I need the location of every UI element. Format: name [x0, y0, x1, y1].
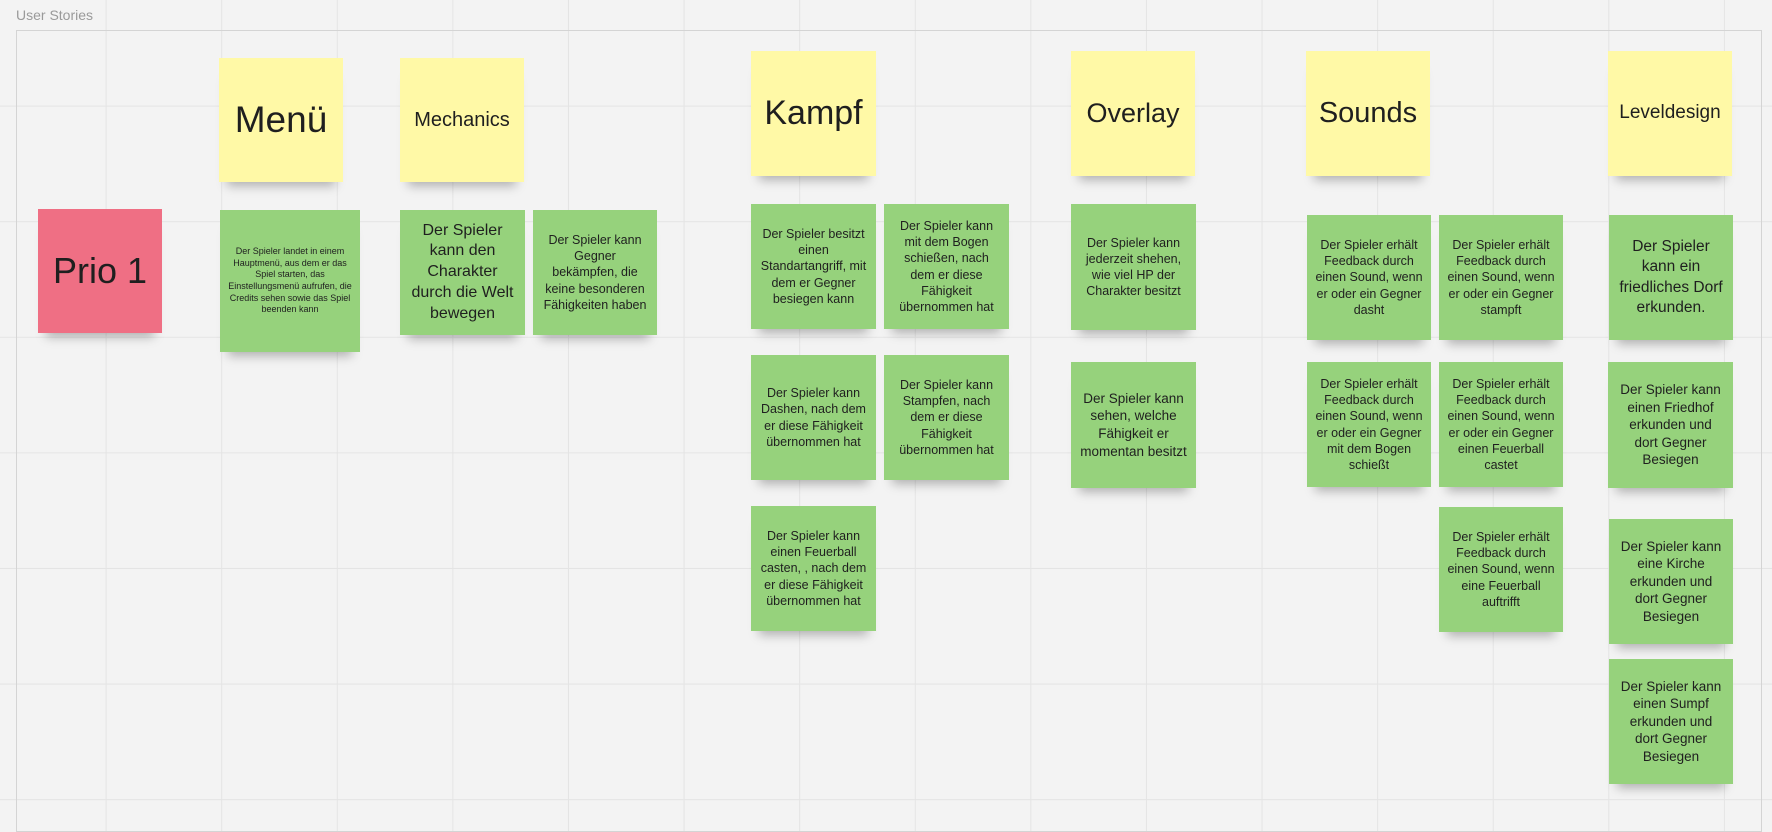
story-text: Der Spieler kann Gegner bekämpfen, die k…: [543, 232, 647, 312]
story-sticky-note[interactable]: Der Spieler erhält Feedback durch einen …: [1439, 507, 1563, 632]
story-text: Der Spieler erhält Feedback durch einen …: [1447, 376, 1555, 472]
story-text: Der Spieler kann einen Friedhof erkunden…: [1620, 382, 1721, 468]
story-sticky-note[interactable]: Der Spieler erhält Feedback durch einen …: [1439, 215, 1563, 340]
story-text: Der Spieler kann Dashen, nach dem er die…: [761, 386, 866, 449]
story-sticky-note[interactable]: Der Spieler kann einen Feuerball casten,…: [751, 506, 876, 631]
story-sticky-note[interactable]: Der Spieler kann einen Sumpf erkunden un…: [1609, 659, 1733, 784]
column-header-kampf-label: Kampf: [764, 94, 863, 133]
story-text: Der Spieler kann eine Kirche erkunden un…: [1620, 538, 1722, 624]
column-header-leveldesign-label: Leveldesign: [1619, 102, 1721, 124]
story-text: Der Spieler kann ein friedliches Dorf er…: [1619, 238, 1723, 316]
story-text: Der Spieler erhält Feedback durch einen …: [1315, 237, 1423, 317]
column-header-mechanics-label: Mechanics: [414, 109, 510, 131]
story-text: Der Spieler kann mit dem Bogen schießen,…: [899, 218, 994, 314]
story-text: Der Spieler erhält Feedback durch einen …: [1447, 237, 1555, 317]
story-sticky-note[interactable]: Der Spieler kann eine Kirche erkunden un…: [1609, 519, 1733, 644]
story-sticky-note[interactable]: Der Spieler landet in einem Hauptmenü, a…: [220, 210, 360, 352]
story-sticky-note[interactable]: Der Spieler kann sehen, welche Fähigkeit…: [1071, 362, 1196, 488]
story-text: Der Spieler kann Stampfen, nach dem er d…: [899, 377, 994, 457]
column-header-menu[interactable]: Menü: [219, 58, 343, 182]
story-sticky-note[interactable]: Der Spieler kann den Charakter durch die…: [400, 210, 525, 335]
story-sticky-note[interactable]: Der Spieler kann jederzeit shehen, wie v…: [1071, 204, 1196, 330]
story-text: Der Spieler kann den Charakter durch die…: [411, 221, 514, 322]
story-text: Der Spieler kann einen Feuerball casten,…: [760, 528, 867, 608]
story-text: Der Spieler erhält Feedback durch einen …: [1315, 376, 1423, 472]
column-header-mechanics[interactable]: Mechanics: [400, 58, 524, 182]
story-text: Der Spieler kann sehen, welche Fähigkeit…: [1080, 390, 1187, 459]
column-header-overlay-label: Overlay: [1086, 97, 1180, 128]
column-header-overlay[interactable]: Overlay: [1071, 51, 1195, 176]
priority-label: Prio 1: [52, 249, 148, 291]
story-sticky-note[interactable]: Der Spieler erhält Feedback durch einen …: [1307, 362, 1431, 487]
story-text: Der Spieler besitzt einen Standartangrif…: [760, 226, 867, 306]
column-header-sounds-label: Sounds: [1318, 96, 1418, 129]
column-header-leveldesign[interactable]: Leveldesign: [1608, 51, 1732, 176]
story-sticky-note[interactable]: Der Spieler kann ein friedliches Dorf er…: [1609, 215, 1733, 340]
story-sticky-note[interactable]: Der Spieler erhält Feedback durch einen …: [1307, 215, 1431, 340]
column-header-sounds[interactable]: Sounds: [1306, 51, 1430, 176]
story-sticky-note[interactable]: Der Spieler kann einen Friedhof erkunden…: [1608, 362, 1733, 488]
story-text: Der Spieler erhält Feedback durch einen …: [1447, 529, 1555, 609]
story-sticky-note[interactable]: Der Spieler kann Gegner bekämpfen, die k…: [533, 210, 657, 335]
story-text: Der Spieler kann einen Sumpf erkunden un…: [1620, 678, 1722, 764]
column-header-menu-label: Menü: [234, 98, 328, 140]
story-sticky-note[interactable]: Der Spieler erhält Feedback durch einen …: [1439, 362, 1563, 487]
story-sticky-note[interactable]: Der Spieler kann Stampfen, nach dem er d…: [884, 355, 1009, 480]
story-sticky-note[interactable]: Der Spieler kann Dashen, nach dem er die…: [751, 355, 876, 480]
story-text: Der Spieler kann jederzeit shehen, wie v…: [1085, 235, 1182, 299]
column-header-kampf[interactable]: Kampf: [751, 51, 876, 176]
story-sticky-note[interactable]: Der Spieler kann mit dem Bogen schießen,…: [884, 204, 1009, 329]
story-sticky-note[interactable]: Der Spieler besitzt einen Standartangrif…: [751, 204, 876, 329]
story-text: Der Spieler landet in einem Hauptmenü, a…: [228, 245, 352, 315]
frame-title[interactable]: User Stories: [16, 7, 93, 23]
priority-sticky-note[interactable]: Prio 1: [38, 209, 162, 333]
